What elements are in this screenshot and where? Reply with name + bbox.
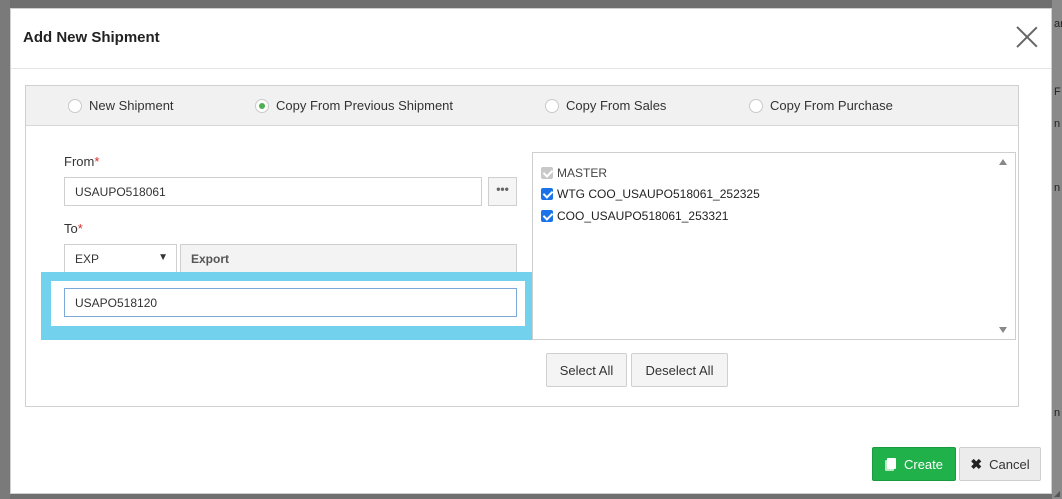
radio-copy-from-sales[interactable]: Copy From Sales (545, 98, 666, 113)
radio-circle-icon (749, 98, 763, 113)
radio-new-shipment[interactable]: New Shipment (68, 98, 174, 113)
background-page-right (1052, 0, 1062, 499)
copy-mode-radio-group: New Shipment Copy From Previous Shipment… (26, 86, 1018, 126)
list-item-wtg-coo[interactable]: WTG COO_USAUPO518061_252325 (541, 187, 760, 201)
checkbox-icon[interactable] (541, 188, 553, 200)
to-type-select[interactable]: EXP ▼ (64, 244, 177, 273)
list-item-master: MASTER (541, 166, 607, 180)
from-input[interactable]: USAUPO518061 (64, 177, 482, 206)
copy-icon (884, 457, 896, 471)
radio-label: Copy From Previous Shipment (276, 98, 454, 113)
radio-copy-previous-shipment[interactable]: Copy From Previous Shipment (255, 98, 453, 113)
background-text: ar (1054, 18, 1062, 30)
background-text: n (1054, 118, 1061, 130)
background-page-left (0, 0, 10, 499)
to-type-description: Export (180, 244, 517, 273)
radio-selected-icon (255, 98, 269, 113)
deselect-all-button[interactable]: Deselect All (631, 353, 728, 387)
background-text: F (1054, 86, 1061, 98)
background-text: n (1054, 182, 1061, 194)
chevron-down-icon: ▼ (158, 252, 168, 263)
required-mark: * (77, 221, 83, 236)
background-text: n (1054, 407, 1061, 419)
select-all-button[interactable]: Select All (546, 353, 627, 387)
to-label: To* (64, 221, 83, 236)
radio-label: Copy From Purchase (770, 98, 893, 113)
from-label: From* (64, 154, 99, 169)
document-listbox[interactable]: MASTER WTG COO_USAUPO518061_252325 COO_U… (532, 152, 1016, 340)
radio-copy-from-purchase[interactable]: Copy From Purchase (749, 98, 893, 113)
from-label-text: From (64, 154, 95, 169)
radio-label: Copy From Sales (566, 98, 667, 113)
dialog-title: Add New Shipment (23, 29, 160, 46)
browse-button[interactable]: ••• (488, 177, 517, 206)
close-icon: ✖ (970, 455, 983, 472)
list-item-label: MASTER (557, 166, 608, 180)
radio-circle-icon (68, 98, 82, 113)
cancel-button-label: Cancel (989, 456, 1030, 472)
resize-handle-icon[interactable] (1054, 491, 1060, 497)
create-button-label: Create (903, 456, 944, 472)
scroll-up-arrow-icon[interactable] (999, 159, 1007, 165)
close-icon[interactable] (1015, 25, 1039, 49)
to-shipment-input[interactable]: USAPO518120 (64, 288, 517, 317)
to-label-text: To (64, 221, 78, 236)
create-button[interactable]: Create (872, 447, 956, 481)
radio-circle-icon (545, 98, 559, 113)
list-item-coo[interactable]: COO_USAUPO518061_253321 (541, 209, 728, 223)
list-item-label: COO_USAUPO518061_253321 (557, 209, 729, 223)
dialog-header: Add New Shipment (11, 9, 1051, 69)
cancel-button[interactable]: ✖ Cancel (959, 447, 1041, 481)
radio-label: New Shipment (89, 98, 174, 113)
scroll-down-arrow-icon[interactable] (999, 327, 1007, 333)
checkbox-icon (541, 167, 553, 179)
list-item-label: WTG COO_USAUPO518061_252325 (557, 187, 760, 201)
checkbox-icon[interactable] (541, 210, 553, 222)
to-type-value: EXP (75, 252, 100, 266)
required-mark: * (94, 154, 100, 169)
